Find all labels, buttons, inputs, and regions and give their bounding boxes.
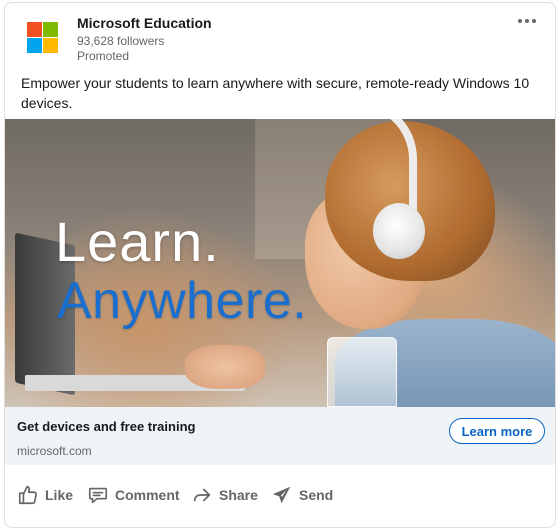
- post-body-text: Empower your students to learn anywhere …: [21, 75, 530, 111]
- like-button[interactable]: Like: [17, 481, 73, 509]
- send-label: Send: [299, 487, 334, 503]
- hero-headline-line1: Learn.: [55, 210, 220, 273]
- cta-bar[interactable]: Get devices and free training microsoft.…: [5, 407, 555, 465]
- cta-domain: microsoft.com: [17, 444, 92, 458]
- promoted-label: Promoted: [77, 49, 130, 63]
- sponsored-post-card: Microsoft Education 93,628 followers Pro…: [4, 2, 556, 528]
- follower-count: 93,628 followers: [77, 34, 165, 48]
- share-label: Share: [219, 487, 258, 503]
- ellipsis-icon: [518, 19, 522, 23]
- microsoft-logo[interactable]: [27, 22, 59, 54]
- comment-label: Comment: [115, 487, 180, 503]
- company-name[interactable]: Microsoft Education: [77, 15, 212, 31]
- thumbs-up-icon: [18, 485, 37, 505]
- logo-yellow-square: [43, 38, 58, 53]
- like-label: Like: [45, 487, 74, 503]
- more-options-button[interactable]: [515, 13, 539, 29]
- share-button[interactable]: Share: [191, 481, 258, 509]
- hero-headline-line2: Anywhere.: [57, 272, 308, 330]
- logo-red-square: [27, 22, 42, 37]
- logo-blue-square: [27, 38, 42, 53]
- share-arrow-icon: [193, 488, 211, 502]
- ad-hero-image[interactable]: Learn. Anywhere.: [5, 119, 555, 407]
- social-actions-bar: Like Comment Share Send: [5, 477, 555, 513]
- cta-title[interactable]: Get devices and free training: [17, 419, 195, 434]
- comment-button[interactable]: Comment: [87, 481, 180, 509]
- logo-green-square: [43, 22, 58, 37]
- post-header: Microsoft Education 93,628 followers Pro…: [5, 3, 555, 69]
- comment-icon: [88, 487, 108, 504]
- send-button[interactable]: Send: [271, 481, 333, 509]
- learn-more-button[interactable]: Learn more: [449, 418, 545, 444]
- send-icon: [272, 486, 291, 504]
- glass-graphic: [327, 337, 397, 407]
